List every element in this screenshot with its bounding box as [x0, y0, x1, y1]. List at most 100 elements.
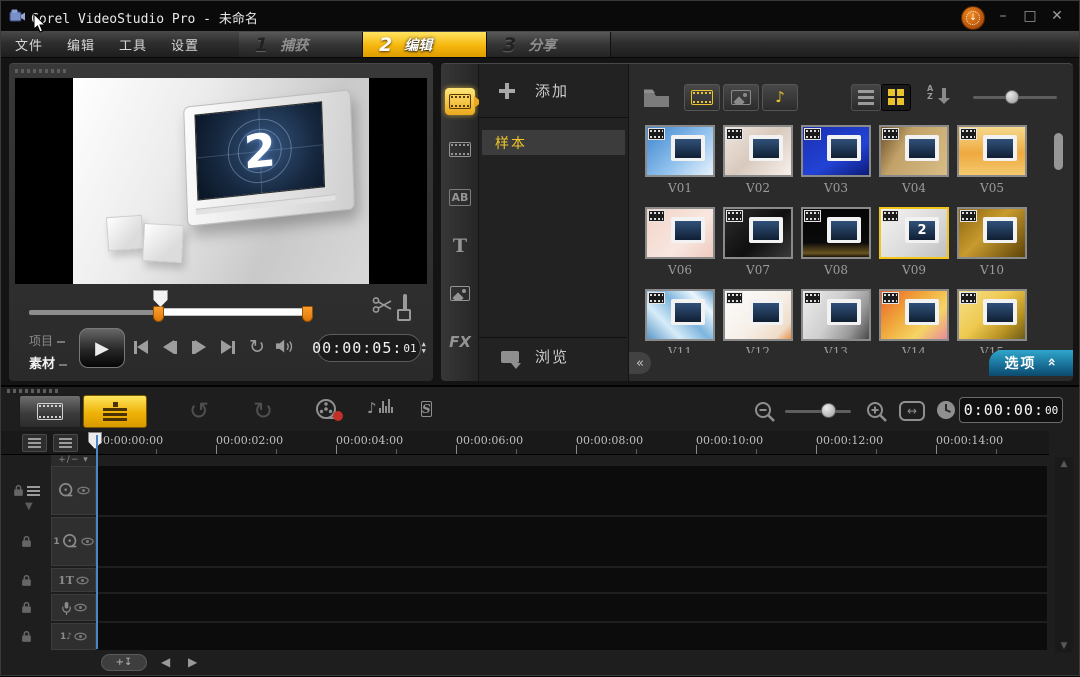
step-edit[interactable]: 2 编辑	[363, 32, 487, 57]
end-button[interactable]	[218, 336, 238, 358]
next-frame-button[interactable]	[189, 336, 209, 358]
category-instant-project-icon[interactable]	[445, 136, 475, 163]
music-track-header[interactable]: 1♪	[51, 623, 96, 650]
update-badge-icon[interactable]: ↓	[961, 6, 985, 30]
options-button[interactable]: 选项 «	[989, 350, 1073, 376]
eye-icon[interactable]	[77, 486, 90, 495]
timeline-zoom-slider[interactable]	[785, 401, 851, 421]
overlay-track-header[interactable]: 1	[51, 517, 96, 566]
music-track[interactable]	[97, 623, 1047, 650]
sound-mixer-icon[interactable]: ♪	[367, 398, 393, 417]
ripple-edit-icon[interactable]	[27, 486, 40, 496]
scroll-right-icon[interactable]: ▶	[188, 655, 197, 669]
repeat-button[interactable]: ↻	[247, 336, 267, 358]
lock-icon[interactable]	[21, 601, 32, 614]
timeline-ruler[interactable]: 00:00:00:0000:00:02:0000:00:04:0000:00:0…	[1, 431, 1049, 455]
media-thumbnail-cell[interactable]: V01	[641, 125, 719, 207]
step-share[interactable]: 3 分享	[487, 32, 611, 57]
collapse-tracks-icon[interactable]: ▼	[25, 501, 33, 512]
project-mode-label[interactable]: 项目	[29, 332, 81, 349]
media-thumbnail-cell[interactable]: V06	[641, 207, 719, 289]
media-thumbnail-cell[interactable]: V14	[875, 289, 953, 353]
open-folder-icon[interactable]	[643, 87, 670, 108]
lock-icon[interactable]	[21, 574, 32, 587]
trim-range[interactable]	[159, 308, 307, 316]
timeline-vertical-scrollbar[interactable]: ▲ ▼	[1055, 457, 1073, 653]
sort-button[interactable]: AZ	[925, 84, 951, 110]
menu-tools[interactable]: 工具	[119, 35, 147, 54]
overlay-track[interactable]	[97, 517, 1047, 566]
maximize-button[interactable]: □	[1020, 7, 1040, 25]
minimize-button[interactable]: –	[993, 7, 1013, 25]
eye-icon[interactable]	[74, 603, 87, 612]
zoom-out-icon[interactable]	[753, 401, 777, 423]
split-clip-icon[interactable]	[371, 296, 393, 314]
list-view-button[interactable]	[851, 84, 881, 111]
collapse-nav-button[interactable]: «	[629, 352, 651, 374]
media-thumbnail[interactable]	[957, 207, 1027, 259]
lock-icon[interactable]	[13, 484, 24, 497]
media-thumbnail[interactable]	[723, 289, 793, 341]
browse-button[interactable]: 浏览	[479, 337, 627, 375]
timecode-spinner[interactable]: ▲▼	[422, 341, 426, 355]
media-thumbnail-cell[interactable]: V08	[797, 207, 875, 289]
media-thumbnail[interactable]	[801, 125, 871, 177]
media-thumbnail[interactable]	[645, 207, 715, 259]
media-thumbnail-cell[interactable]: V04	[875, 125, 953, 207]
timeline-timecode[interactable]: 0:00:00:00	[959, 397, 1063, 423]
media-thumbnail-cell[interactable]: V11	[641, 289, 719, 353]
step-capture[interactable]: 1 捕获	[239, 32, 363, 57]
timeline-view-button[interactable]	[83, 395, 147, 428]
filter-audio-button[interactable]: ♪	[762, 84, 798, 111]
track-list-icon[interactable]	[53, 434, 78, 452]
menu-edit[interactable]: 编辑	[67, 35, 95, 54]
scroll-down-icon[interactable]: ▼	[1055, 641, 1073, 651]
media-thumbnail-cell[interactable]: V13	[797, 289, 875, 353]
media-thumbnail-cell[interactable]: V07	[719, 207, 797, 289]
voice-track[interactable]	[97, 594, 1047, 621]
preview-timecode[interactable]: 00:00:05:01 ▲▼	[317, 334, 421, 362]
undo-button[interactable]: ↺	[189, 397, 209, 425]
title-track[interactable]	[97, 568, 1047, 592]
media-thumbnail-cell[interactable]: V10	[953, 207, 1031, 289]
media-thumbnail[interactable]	[645, 289, 715, 341]
play-button[interactable]: ▶	[79, 328, 125, 368]
voice-track-header[interactable]	[51, 594, 96, 621]
category-title-icon[interactable]: T	[445, 232, 475, 259]
media-thumbnail[interactable]	[801, 289, 871, 341]
track-manager-icon[interactable]	[22, 434, 47, 452]
media-thumbnail-cell[interactable]: 2 V09	[875, 207, 953, 289]
media-thumbnail[interactable]	[645, 125, 715, 177]
media-thumbnail[interactable]: 2	[879, 207, 949, 259]
duration-clock-icon[interactable]	[935, 399, 957, 421]
redo-button[interactable]: ↻	[253, 397, 273, 425]
home-button[interactable]	[131, 336, 151, 358]
slider-knob[interactable]	[1005, 90, 1019, 104]
trim-handle-end[interactable]	[302, 306, 313, 322]
video-track-header[interactable]	[51, 466, 96, 515]
add-remove-track-button[interactable]: +/− ▾	[51, 455, 96, 466]
volume-button[interactable]	[276, 336, 296, 358]
filter-photo-button[interactable]	[723, 84, 759, 111]
thumbnail-view-button[interactable]	[881, 84, 911, 111]
category-filter-icon[interactable]: FX	[445, 328, 475, 355]
media-thumbnail[interactable]	[957, 289, 1027, 341]
media-thumbnail[interactable]	[879, 289, 949, 341]
title-track-header[interactable]: 1T	[51, 568, 96, 592]
swap-tracks-button[interactable]: +↧	[101, 654, 147, 671]
auto-music-icon[interactable]: S	[421, 398, 432, 417]
slider-knob[interactable]	[821, 403, 836, 418]
add-folder-button[interactable]: 添加	[479, 64, 628, 118]
fit-project-icon[interactable]: ↔	[899, 401, 925, 421]
scrubber-playhead[interactable]	[153, 290, 168, 307]
media-thumbnail[interactable]	[723, 207, 793, 259]
media-thumbnail[interactable]	[879, 125, 949, 177]
lock-icon[interactable]	[21, 535, 32, 548]
record-capture-icon[interactable]	[313, 398, 347, 424]
close-button[interactable]: ✕	[1047, 7, 1067, 25]
folder-item-sample[interactable]: 样本	[482, 130, 625, 155]
previous-frame-button[interactable]	[160, 336, 180, 358]
menu-settings[interactable]: 设置	[171, 35, 199, 54]
media-thumbnail-cell[interactable]: V15	[953, 289, 1031, 353]
media-thumbnail[interactable]	[723, 125, 793, 177]
